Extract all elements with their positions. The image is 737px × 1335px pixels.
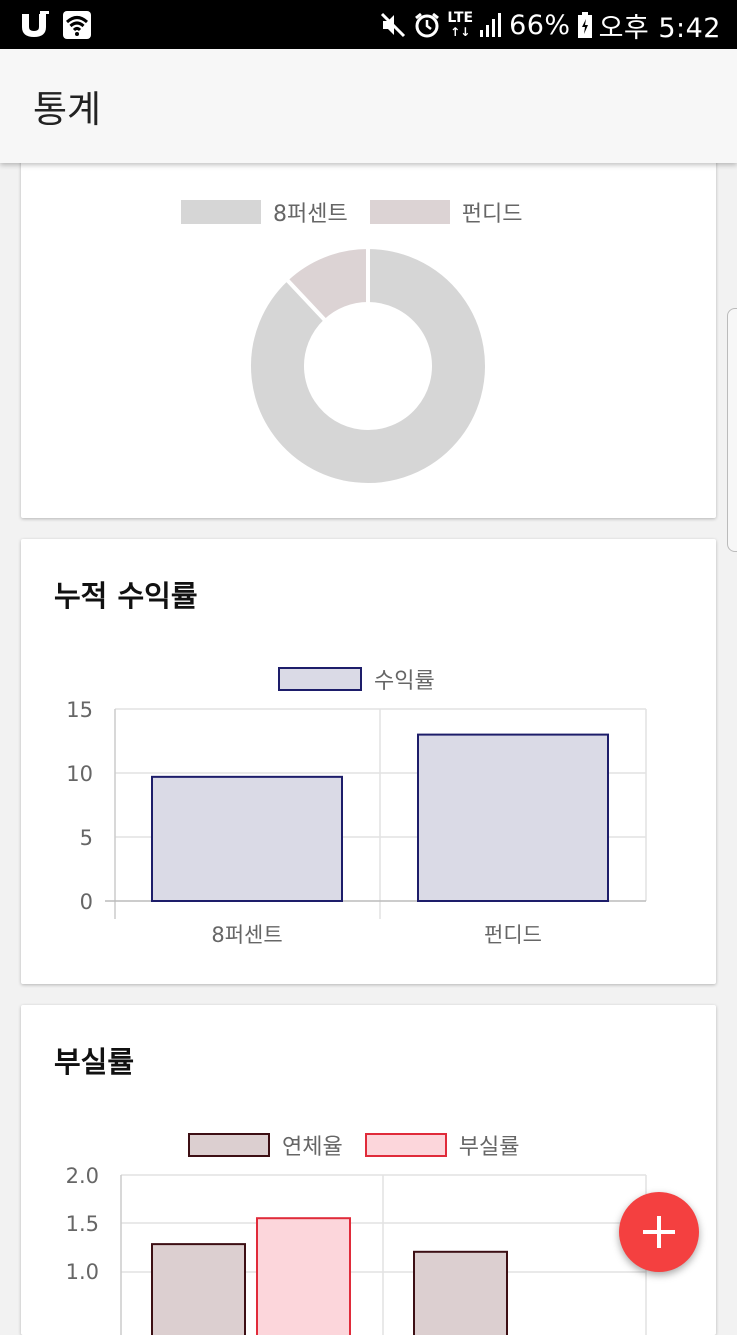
lte-label: LTE	[447, 10, 474, 26]
add-button[interactable]	[619, 1192, 699, 1272]
app-bar: 통계	[0, 49, 737, 163]
plus-icon	[643, 1216, 675, 1248]
bar-funded-delinquency[interactable]	[413, 1250, 508, 1335]
y-tick-label: 1.0	[66, 1260, 99, 1284]
u-plus-icon	[22, 11, 49, 37]
x-tick-label: 펀디드	[484, 923, 542, 947]
battery-icon	[577, 12, 592, 38]
y-tick-label: 15	[66, 698, 93, 722]
return-bar-chart: 15 10 5 0 8퍼센트 펀디드	[66, 698, 647, 947]
lte-icon: LTE ↑↓	[447, 10, 474, 39]
bar-8percent-delinquency[interactable]	[151, 1243, 246, 1335]
default-rate-bar-chart: 2.0 1.5 1.0	[66, 1164, 647, 1335]
bar-funded-return[interactable]	[417, 733, 609, 902]
composition-card: 8퍼센트 펀디드	[21, 150, 716, 518]
doughnut-chart	[247, 244, 489, 487]
x-tick-label: 8퍼센트	[211, 923, 282, 947]
mute-icon	[381, 12, 406, 38]
clock: 오후 5:42	[598, 12, 721, 44]
y-tick-label: 0	[80, 890, 93, 914]
default-rate-card: 부실률 연체율 부실률 2.0 1.5 1.0	[21, 1005, 716, 1335]
status-bar: LTE ↑↓ 66% 오후 5:42	[0, 0, 737, 49]
bar-8percent-default[interactable]	[256, 1217, 351, 1335]
page-title: 통계	[33, 88, 102, 131]
y-tick-label: 1.5	[66, 1212, 99, 1236]
wifi-icon	[63, 11, 91, 39]
y-tick-label: 2.0	[66, 1164, 99, 1188]
scroll-handle[interactable]	[727, 308, 737, 552]
cumulative-return-card: 누적 수익률 수익률 15 10 5 0 8퍼센트 펀디드	[21, 539, 716, 984]
y-tick-labels: 15 10 5 0	[66, 698, 93, 914]
battery-percent: 66%	[509, 9, 571, 41]
y-tick-labels: 2.0 1.5 1.0	[66, 1164, 99, 1284]
signal-icon	[480, 13, 502, 37]
y-tick-label: 10	[66, 762, 93, 786]
bar-8percent-return[interactable]	[151, 775, 343, 902]
y-tick-label: 5	[80, 826, 93, 850]
alarm-icon	[415, 12, 440, 38]
